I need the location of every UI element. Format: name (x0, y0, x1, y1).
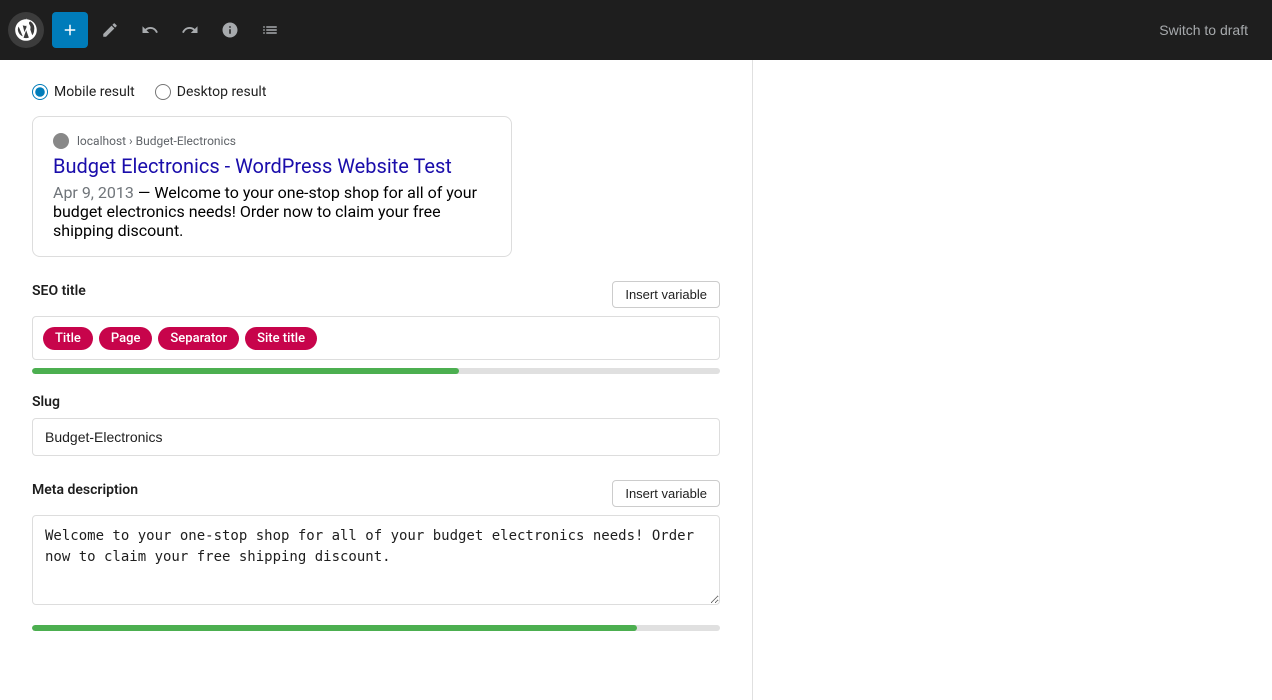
switch-to-draft-button[interactable]: Switch to draft (1159, 22, 1248, 38)
mobile-result-label[interactable]: Mobile result (32, 84, 135, 100)
seo-title-tag[interactable]: Title (43, 327, 93, 350)
list-view-button[interactable] (252, 12, 288, 48)
seo-title-insert-variable-button[interactable]: Insert variable (612, 281, 720, 308)
seo-title-header: SEO title Insert variable (32, 281, 720, 308)
seo-title-tag[interactable]: Separator (158, 327, 239, 350)
seo-title-field[interactable]: Title PageSeparator Site title (32, 316, 720, 360)
meta-description-progress-bar (32, 625, 720, 631)
main-content: Mobile result Desktop result localhost ›… (0, 60, 1272, 700)
slug-section: Slug (32, 394, 720, 456)
meta-description-label: Meta description (32, 482, 138, 498)
meta-description-header: Meta description Insert variable (32, 480, 720, 507)
search-preview-card: localhost › Budget-Electronics Budget El… (32, 116, 512, 257)
preview-url-row: localhost › Budget-Electronics (53, 133, 491, 149)
add-block-button[interactable] (52, 12, 88, 48)
preview-url: localhost › Budget-Electronics (77, 134, 236, 148)
right-sidebar (752, 60, 1272, 700)
seo-panel: Mobile result Desktop result localhost ›… (0, 60, 752, 700)
mobile-result-radio[interactable] (32, 84, 48, 100)
toolbar: Switch to draft (0, 0, 1272, 60)
slug-label: Slug (32, 394, 720, 410)
redo-button[interactable] (172, 12, 208, 48)
wp-logo[interactable] (8, 12, 44, 48)
edit-button[interactable] (92, 12, 128, 48)
result-toggle: Mobile result Desktop result (32, 84, 720, 100)
preview-favicon (53, 133, 69, 149)
desktop-result-label[interactable]: Desktop result (155, 84, 267, 100)
undo-button[interactable] (132, 12, 168, 48)
desktop-result-radio[interactable] (155, 84, 171, 100)
meta-description-insert-variable-button[interactable]: Insert variable (612, 480, 720, 507)
seo-title-label: SEO title (32, 283, 86, 299)
preview-date: Apr 9, 2013 (53, 183, 134, 202)
seo-title-tag[interactable]: Page (99, 327, 153, 350)
slug-input[interactable] (32, 418, 720, 456)
seo-title-tag[interactable]: Site title (245, 327, 317, 350)
preview-title[interactable]: Budget Electronics - WordPress Website T… (53, 153, 491, 179)
meta-description-input[interactable] (32, 515, 720, 605)
info-button[interactable] (212, 12, 248, 48)
seo-title-progress-bar (32, 368, 720, 374)
preview-description: Apr 9, 2013 — Welcome to your one-stop s… (53, 183, 491, 240)
meta-description-section: Meta description Insert variable (32, 480, 720, 609)
